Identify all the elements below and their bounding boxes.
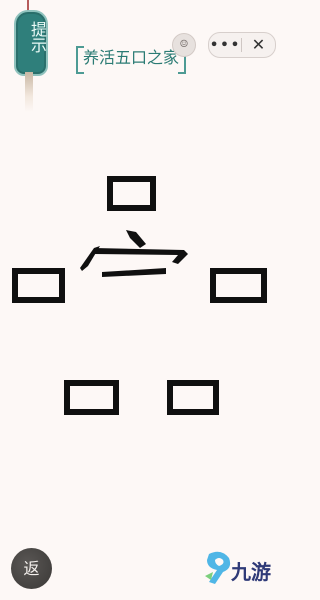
capsule-menu: ••• ✕ <box>208 32 276 58</box>
nine-game-logo-icon <box>205 551 231 584</box>
back-button[interactable]: 返 <box>11 548 52 589</box>
mouth-char-left[interactable] <box>12 268 65 303</box>
mouth-char-bottom-right[interactable] <box>167 380 219 415</box>
level-title-text: 养活五口之家 <box>83 48 180 67</box>
hint-tassel <box>25 72 33 112</box>
level-title: 养活五口之家 <box>76 46 187 74</box>
more-options-button[interactable]: ••• <box>209 35 241 55</box>
roof-radical[interactable] <box>80 228 188 283</box>
mouth-char-right[interactable] <box>210 268 267 303</box>
mouth-char-bottom-left[interactable] <box>64 380 119 415</box>
hint-label: 提示 <box>28 21 47 53</box>
watermark: 九游 <box>203 542 279 597</box>
mini-program-icon[interactable]: ☺ <box>172 33 196 57</box>
watermark-text: 九游 <box>231 560 271 584</box>
close-button[interactable]: ✕ <box>242 34 275 56</box>
mouth-char-top[interactable] <box>107 176 156 211</box>
hint-button[interactable]: 提示 <box>14 10 48 76</box>
title-bracket-left <box>76 46 84 74</box>
